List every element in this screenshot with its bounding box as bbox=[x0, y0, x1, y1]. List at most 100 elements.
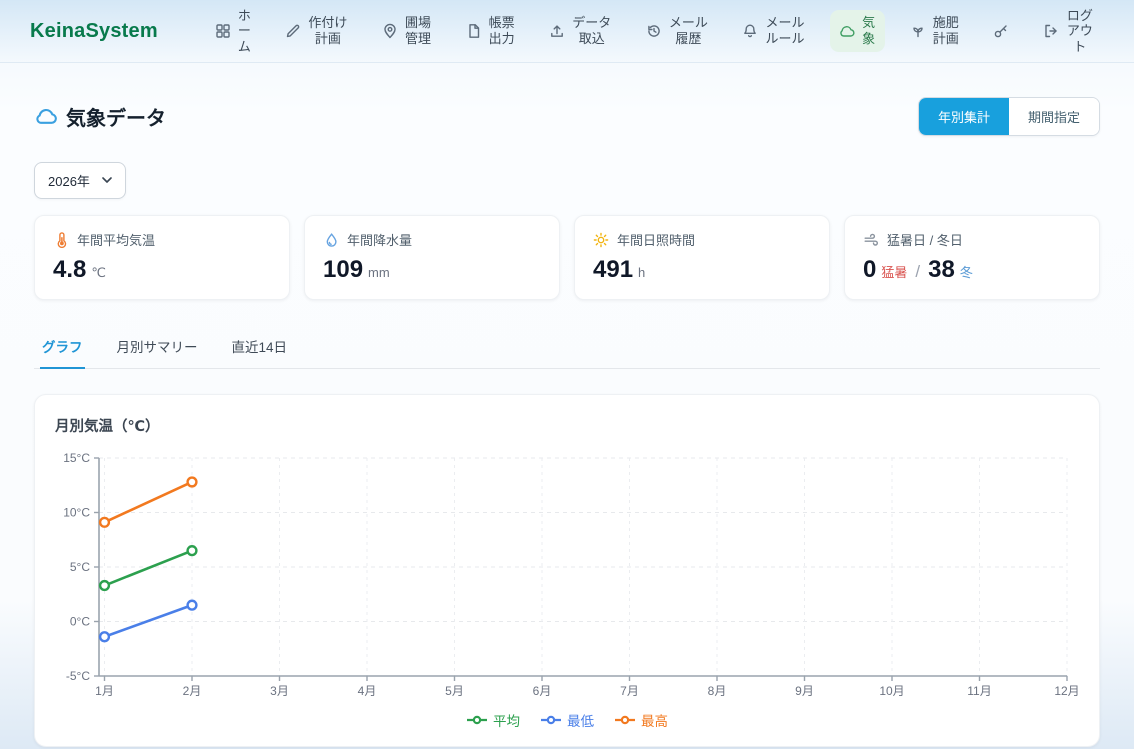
cold-days-unit: 冬 bbox=[960, 262, 973, 281]
data-point-平均[interactable] bbox=[188, 546, 197, 555]
chevron-down-icon bbox=[102, 177, 112, 184]
x-tick-label: 6月 bbox=[533, 684, 552, 698]
cloud-icon bbox=[34, 105, 57, 128]
chart-svg: -5°C0°C5°C10°C15°C1月2月3月4月5月6月7月8月9月10月1… bbox=[55, 448, 1081, 704]
tab-graph[interactable]: グラフ bbox=[40, 327, 85, 369]
nav-item-label: 作付け計画 bbox=[307, 15, 348, 46]
stat-label: 年間平均気温 bbox=[77, 230, 155, 249]
chart-title: 月別気温（℃） bbox=[55, 415, 1079, 436]
nav-item-planting-plan[interactable]: 作付け計画 bbox=[276, 10, 357, 51]
nav-item-label: 圃場管理 bbox=[404, 15, 432, 46]
droplet-icon bbox=[323, 232, 339, 248]
x-tick-label: 8月 bbox=[708, 684, 727, 698]
nav-item-label: ログアウト bbox=[1065, 8, 1095, 55]
series-line-平均 bbox=[105, 551, 193, 586]
data-point-平均[interactable] bbox=[100, 581, 109, 590]
chart-legend: 平均 最低 最高 bbox=[55, 710, 1079, 730]
stat-value: 491 bbox=[593, 256, 633, 284]
nav-item-label: データ取込 bbox=[571, 15, 612, 46]
nav-item-report-output[interactable]: 帳票出力 bbox=[457, 10, 525, 51]
pencil-icon bbox=[285, 23, 301, 39]
nav-item-password[interactable] bbox=[984, 18, 1018, 44]
series-line-最高 bbox=[105, 482, 193, 522]
data-point-最低[interactable] bbox=[188, 601, 197, 610]
nav-item-logout[interactable]: ログアウト bbox=[1034, 3, 1104, 60]
data-point-最低[interactable] bbox=[100, 632, 109, 641]
stat-card-sunshine: 年間日照時間 491 h bbox=[574, 215, 830, 300]
stat-label: 猛暑日 / 冬日 bbox=[887, 230, 963, 249]
nav-item-label: 帳票出力 bbox=[488, 15, 516, 46]
wind-icon bbox=[863, 232, 879, 248]
nav-item-label: 気象 bbox=[861, 15, 876, 46]
x-tick-label: 9月 bbox=[795, 684, 814, 698]
x-tick-label: 12月 bbox=[1054, 684, 1079, 698]
stat-card-precipitation: 年間降水量 109 mm bbox=[304, 215, 560, 300]
series-line-最低 bbox=[105, 605, 193, 637]
tab-bar: グラフ 月別サマリー 直近14日 bbox=[34, 327, 1100, 369]
main-content: 気象データ 年別集計 期間指定 2026年 年間平均気温 bbox=[0, 97, 1134, 747]
nav-item-home[interactable]: ホーム bbox=[206, 3, 261, 60]
monthly-temperature-chart: -5°C0°C5°C10°C15°C1月2月3月4月5月6月7月8月9月10月1… bbox=[55, 448, 1079, 704]
nav-item-weather[interactable]: 気象 bbox=[830, 10, 885, 51]
stat-unit: mm bbox=[368, 265, 390, 280]
x-tick-label: 10月 bbox=[879, 684, 904, 698]
stat-unit: h bbox=[638, 265, 645, 280]
data-point-最高[interactable] bbox=[100, 518, 109, 527]
hot-days-unit: 猛暑 bbox=[881, 262, 907, 281]
stat-unit: ℃ bbox=[91, 265, 106, 281]
legend-label: 最高 bbox=[641, 710, 668, 730]
legend-item-最低: 最低 bbox=[540, 710, 594, 730]
tab-recent-14-days[interactable]: 直近14日 bbox=[230, 327, 290, 369]
nav-item-label: ホーム bbox=[237, 8, 252, 55]
chart-card: 月別気温（℃） -5°C0°C5°C10°C15°C1月2月3月4月5月6月7月… bbox=[34, 394, 1100, 747]
thermometer-icon bbox=[53, 232, 69, 248]
y-tick-label: 0°C bbox=[70, 615, 90, 629]
app-logo: KeinaSystem bbox=[30, 20, 158, 43]
nav-item-label: メールルール bbox=[764, 15, 805, 46]
bell-icon bbox=[742, 23, 758, 39]
cloud-icon bbox=[839, 23, 855, 39]
legend-item-平均: 平均 bbox=[466, 710, 520, 730]
upload-icon bbox=[549, 23, 565, 39]
nav-item-data-import[interactable]: データ取込 bbox=[540, 10, 621, 51]
toggle-yearly-button[interactable]: 年別集計 bbox=[919, 98, 1009, 135]
x-tick-label: 11月 bbox=[967, 684, 991, 698]
x-tick-label: 1月 bbox=[95, 684, 114, 698]
data-point-最高[interactable] bbox=[188, 478, 197, 487]
nav-item-mail-history[interactable]: メール履歴 bbox=[637, 10, 718, 51]
legend-item-最高: 最高 bbox=[614, 710, 668, 730]
stat-value: 109 bbox=[323, 256, 363, 284]
y-tick-label: -5°C bbox=[66, 669, 90, 683]
logout-icon bbox=[1043, 23, 1059, 39]
legend-marker bbox=[540, 715, 562, 725]
y-tick-label: 5°C bbox=[70, 560, 90, 574]
separator: / bbox=[915, 262, 920, 282]
nav-item-field-management[interactable]: 圃場管理 bbox=[373, 10, 441, 51]
stat-label: 年間日照時間 bbox=[617, 230, 695, 249]
x-tick-label: 3月 bbox=[270, 684, 289, 698]
stat-value: 4.8 bbox=[53, 256, 86, 284]
legend-label: 平均 bbox=[493, 710, 520, 730]
nav-item-label: 施肥計画 bbox=[932, 15, 960, 46]
page-title-wrap: 気象データ bbox=[34, 102, 166, 131]
legend-marker bbox=[614, 715, 636, 725]
tab-monthly-summary[interactable]: 月別サマリー bbox=[115, 327, 200, 369]
y-tick-label: 10°C bbox=[63, 506, 90, 520]
page-header: 気象データ 年別集計 期間指定 bbox=[34, 97, 1100, 136]
nav-item-mail-rules[interactable]: メールルール bbox=[733, 10, 814, 51]
history-icon bbox=[646, 23, 662, 39]
stat-card-extreme-days: 猛暑日 / 冬日 0 猛暑 / 38 冬 bbox=[844, 215, 1100, 300]
year-select-value: 2026年 bbox=[48, 171, 90, 190]
nav-menu: ホーム 作付け計画 圃場管理 帳票出力 データ取込メール履歴 メールルール 気象 施肥計画 ログ… bbox=[206, 3, 1104, 60]
page-title: 気象データ bbox=[66, 102, 166, 131]
legend-label: 最低 bbox=[567, 710, 594, 730]
y-tick-label: 15°C bbox=[63, 451, 90, 465]
x-tick-label: 5月 bbox=[445, 684, 464, 698]
year-select[interactable]: 2026年 bbox=[34, 162, 126, 199]
stat-label: 年間降水量 bbox=[347, 230, 412, 249]
legend-marker bbox=[466, 715, 488, 725]
hot-days-value: 0 bbox=[863, 256, 876, 284]
x-tick-label: 2月 bbox=[183, 684, 202, 698]
nav-item-fertilizer-plan[interactable]: 施肥計画 bbox=[901, 10, 969, 51]
toggle-period-button[interactable]: 期間指定 bbox=[1009, 98, 1099, 135]
